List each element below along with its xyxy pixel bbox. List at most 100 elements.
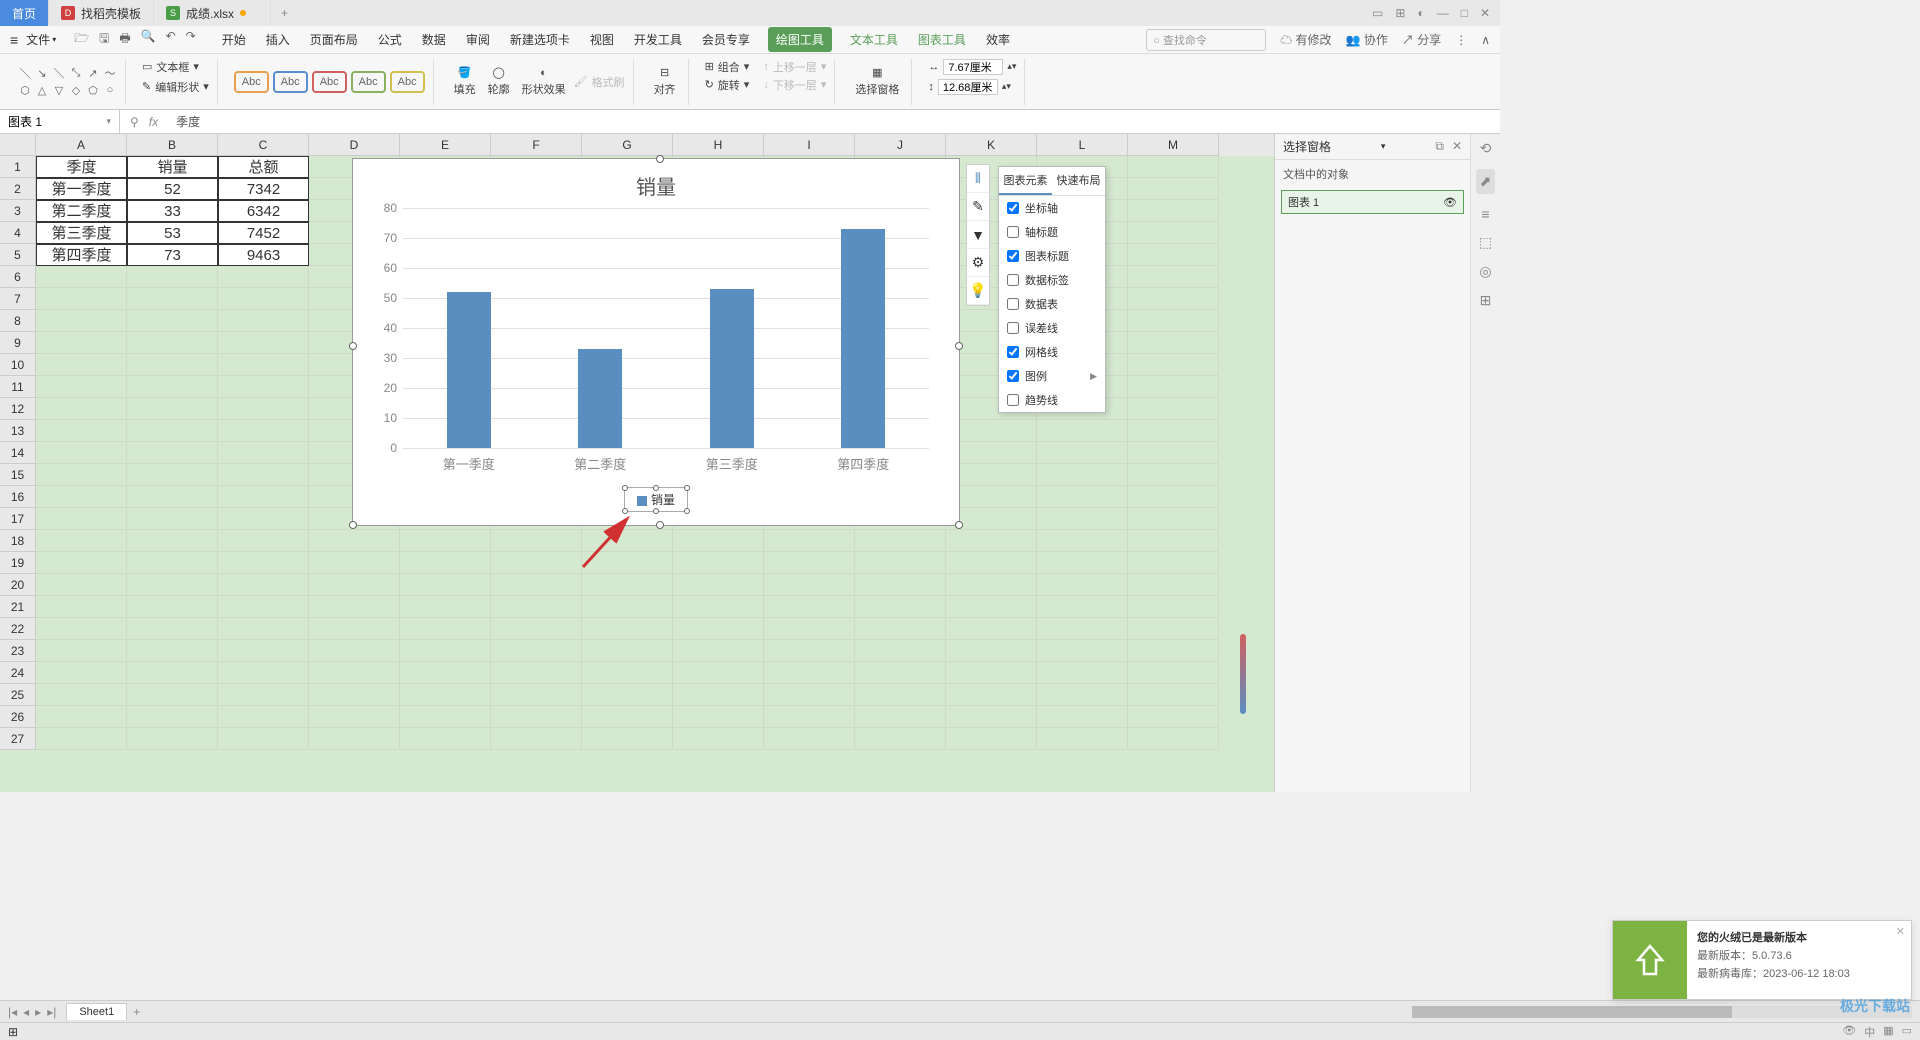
- cell[interactable]: [582, 574, 673, 596]
- row-header[interactable]: 23: [0, 640, 36, 662]
- cell[interactable]: [1128, 332, 1219, 354]
- cell[interactable]: [764, 662, 855, 684]
- cell[interactable]: [36, 574, 127, 596]
- cell[interactable]: [1128, 376, 1219, 398]
- chart-plot-area[interactable]: 01020304050607080: [403, 208, 929, 448]
- cell[interactable]: [1128, 640, 1219, 662]
- row-header[interactable]: 26: [0, 706, 36, 728]
- cell[interactable]: [127, 376, 218, 398]
- cell[interactable]: [400, 728, 491, 750]
- cell[interactable]: [764, 596, 855, 618]
- name-box[interactable]: ▾: [0, 110, 120, 133]
- tab-layout[interactable]: 页面布局: [308, 27, 360, 52]
- print-icon[interactable]: 🖶: [119, 29, 130, 50]
- cell[interactable]: [309, 574, 400, 596]
- apps-icon[interactable]: ⊞: [1395, 6, 1405, 20]
- cell[interactable]: 第三季度: [36, 222, 127, 244]
- cell[interactable]: [1128, 728, 1219, 750]
- cell[interactable]: [946, 552, 1037, 574]
- cell[interactable]: [1128, 706, 1219, 728]
- cell[interactable]: 7452: [218, 222, 309, 244]
- cell[interactable]: [218, 464, 309, 486]
- cell[interactable]: [36, 508, 127, 530]
- effect-button[interactable]: ◐形状效果: [518, 65, 570, 99]
- row-header[interactable]: 17: [0, 508, 36, 530]
- cell[interactable]: [946, 618, 1037, 640]
- cell[interactable]: [1128, 464, 1219, 486]
- row-header[interactable]: 15: [0, 464, 36, 486]
- cell[interactable]: [127, 662, 218, 684]
- cell[interactable]: [36, 464, 127, 486]
- cell[interactable]: [1128, 420, 1219, 442]
- cell[interactable]: [764, 574, 855, 596]
- cell[interactable]: [855, 530, 946, 552]
- panel-close-icon[interactable]: ✕: [1452, 139, 1462, 154]
- cell[interactable]: [218, 618, 309, 640]
- col-header[interactable]: E: [400, 134, 491, 156]
- cell[interactable]: [1128, 244, 1219, 266]
- cell[interactable]: [309, 618, 400, 640]
- row-header[interactable]: 21: [0, 596, 36, 618]
- cell[interactable]: [218, 398, 309, 420]
- file-menu[interactable]: 文件 ▾: [26, 31, 56, 48]
- cell[interactable]: [582, 662, 673, 684]
- cell[interactable]: [36, 332, 127, 354]
- cell[interactable]: [946, 684, 1037, 706]
- sheet-last-icon[interactable]: ▸|: [47, 1005, 56, 1019]
- cell[interactable]: [36, 530, 127, 552]
- cell[interactable]: [673, 706, 764, 728]
- cell[interactable]: [400, 552, 491, 574]
- cell[interactable]: [582, 728, 673, 750]
- cell[interactable]: [218, 530, 309, 552]
- user-icon[interactable]: ◐: [1417, 6, 1424, 20]
- chart-bar[interactable]: [578, 349, 622, 448]
- tab-data[interactable]: 数据: [420, 27, 448, 52]
- cell[interactable]: [491, 574, 582, 596]
- cell[interactable]: [673, 618, 764, 640]
- eye-icon[interactable]: 👁: [1443, 196, 1457, 209]
- tab-vip[interactable]: 会员专享: [700, 27, 752, 52]
- tab-file[interactable]: S 成绩.xlsx: [154, 0, 271, 26]
- cell[interactable]: [946, 706, 1037, 728]
- cell[interactable]: [855, 552, 946, 574]
- cell[interactable]: [946, 530, 1037, 552]
- cell[interactable]: [1128, 178, 1219, 200]
- cell[interactable]: 第一季度: [36, 178, 127, 200]
- view-icon[interactable]: 👁: [1842, 1024, 1856, 1040]
- row-header[interactable]: 13: [0, 420, 36, 442]
- tab-home[interactable]: 首页: [0, 0, 49, 26]
- cell[interactable]: 第二季度: [36, 200, 127, 222]
- chart-element-option[interactable]: 数据表: [999, 292, 1105, 316]
- cell[interactable]: [1128, 530, 1219, 552]
- cell[interactable]: [1037, 486, 1128, 508]
- sheet-prev-icon[interactable]: ◂: [23, 1005, 29, 1019]
- hamburger-icon[interactable]: ≡: [10, 32, 18, 48]
- view-mode-icon[interactable]: ▦: [1883, 1024, 1893, 1040]
- cell[interactable]: [764, 530, 855, 552]
- chart-element-option[interactable]: 坐标轴: [999, 196, 1105, 220]
- chart-element-option[interactable]: 图例▶: [999, 364, 1105, 388]
- maximize-button[interactable]: □: [1461, 6, 1468, 20]
- share-button[interactable]: ↗ 分享: [1402, 31, 1441, 48]
- cell[interactable]: [36, 662, 127, 684]
- cell[interactable]: [1037, 420, 1128, 442]
- cell[interactable]: [36, 398, 127, 420]
- cell[interactable]: [36, 706, 127, 728]
- selection-pane-item[interactable]: 图表 1 👁: [1281, 190, 1464, 214]
- cell[interactable]: [1128, 156, 1219, 178]
- cell[interactable]: [764, 618, 855, 640]
- cell[interactable]: [1128, 222, 1219, 244]
- tab-template[interactable]: D 找稻壳模板: [49, 0, 154, 26]
- cell[interactable]: [1128, 508, 1219, 530]
- group-button[interactable]: ⊞ 组合 ▾: [705, 59, 750, 75]
- cell[interactable]: [855, 662, 946, 684]
- cell[interactable]: [127, 596, 218, 618]
- status-icon[interactable]: ⊞: [8, 1025, 18, 1039]
- cell[interactable]: [400, 706, 491, 728]
- cell[interactable]: [400, 640, 491, 662]
- textbox-button[interactable]: ▭ 文本框 ▾: [142, 59, 199, 75]
- cell[interactable]: [1128, 288, 1219, 310]
- row-header[interactable]: 3: [0, 200, 36, 222]
- chart-elements-icon[interactable]: ⫴: [967, 165, 989, 193]
- cell[interactable]: [36, 442, 127, 464]
